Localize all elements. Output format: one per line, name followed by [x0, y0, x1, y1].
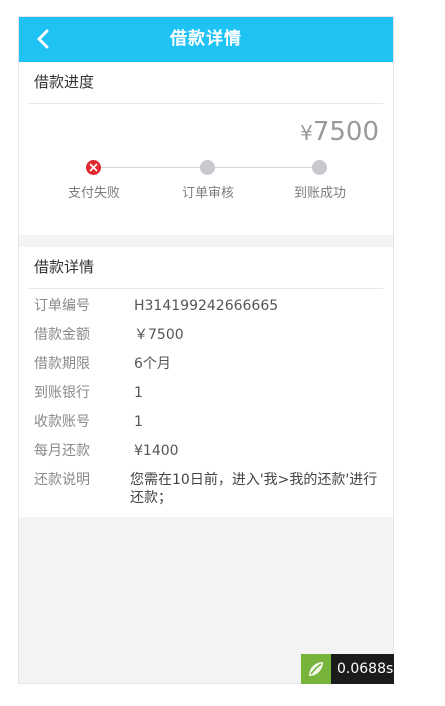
leaf-logo-icon: [301, 654, 331, 684]
detail-value: 您需在10日前，进入'我>我的还款'进行还款；: [130, 472, 378, 506]
detail-label: 每月还款: [34, 443, 90, 459]
detail-row-bank: 到账银行 1: [34, 384, 383, 413]
detail-row-monthly: 每月还款 ¥1400: [34, 442, 383, 471]
amount-value: 7500: [312, 117, 379, 147]
perf-time: 0.0688s: [337, 661, 394, 677]
step-label-review: 订单审核: [181, 186, 234, 201]
detail-label: 收款账号: [34, 414, 90, 430]
step-success-dot: [312, 160, 327, 175]
detail-value: 6个月: [134, 356, 171, 372]
close-icon: [89, 163, 98, 172]
detail-row-term: 借款期限 6个月: [34, 355, 383, 384]
detail-value: ￥7500: [134, 327, 184, 343]
detail-card: 借款详情 订单编号 H314199242666665 借款金额 ￥7500 借款…: [19, 247, 393, 517]
step-failed-dot: [86, 160, 101, 175]
detail-row-order-no: 订单编号 H314199242666665: [34, 297, 383, 326]
detail-row-amount: 借款金额 ￥7500: [34, 326, 383, 355]
detail-row-note: 还款说明 您需在10日前，进入'我>我的还款'进行还款；: [34, 471, 383, 507]
page-title: 借款详情: [170, 29, 242, 49]
detail-header: 借款详情: [29, 247, 383, 289]
detail-label: 订单编号: [34, 298, 90, 314]
step-label-failed: 支付失败: [67, 186, 120, 201]
detail-value: 1: [134, 385, 143, 401]
progress-card: 借款进度 ¥7500 支付失败 订单审核 到账成功: [19, 62, 393, 235]
detail-row-account: 收款账号 1: [34, 413, 383, 442]
amount-symbol: ¥: [300, 121, 313, 145]
detail-label: 到账银行: [34, 385, 90, 401]
detail-list: 订单编号 H314199242666665 借款金额 ￥7500 借款期限 6个…: [34, 297, 383, 507]
detail-value: ¥1400: [134, 443, 179, 459]
progress-header: 借款进度: [29, 62, 383, 104]
leaf-icon: [309, 662, 323, 676]
app-frame: 借款详情 借款进度 ¥7500 支付失败 订单审核 到账成功 借款详情 订单编号…: [18, 16, 394, 684]
detail-value: 1: [134, 414, 143, 430]
detail-label: 借款期限: [34, 356, 90, 372]
detail-label: 还款说明: [34, 472, 90, 488]
step-label-success: 到账成功: [293, 186, 346, 201]
detail-label: 借款金额: [34, 327, 90, 343]
perf-badge[interactable]: 0.0688s: [301, 654, 394, 684]
navbar: 借款详情: [19, 17, 393, 62]
step-review-dot: [200, 160, 215, 175]
loan-amount: ¥7500: [300, 117, 379, 148]
detail-value: H314199242666665: [134, 298, 279, 314]
